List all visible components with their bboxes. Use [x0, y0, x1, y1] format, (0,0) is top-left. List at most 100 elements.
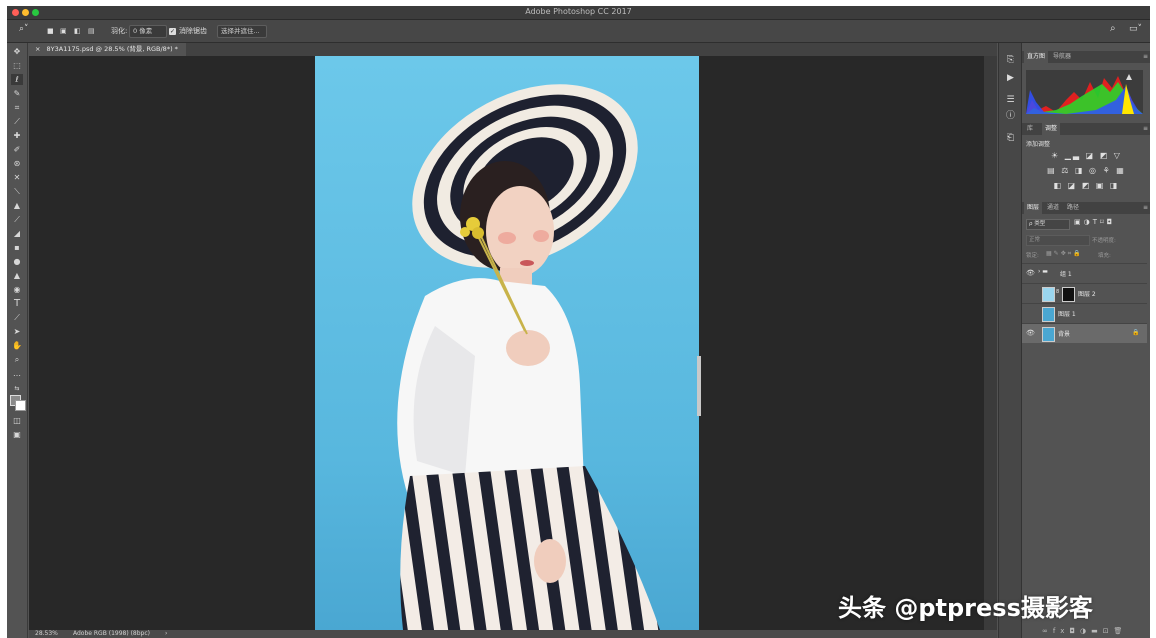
stamp-tool-icon[interactable]: ⊛ — [11, 158, 23, 169]
intersect-selection-icon[interactable]: ▤ — [88, 26, 95, 36]
screen-mode-icon[interactable]: ▣ — [11, 429, 23, 440]
tab-adjustments[interactable]: 调整 — [1042, 123, 1061, 135]
title-bar: Adobe Photoshop CC 2017 — [7, 6, 1150, 20]
tab-histogram[interactable]: 直方图 — [1024, 51, 1049, 63]
layer-row-photo-1[interactable]: 图层 1 — [1022, 303, 1147, 323]
subtract-selection-icon[interactable]: ◧ — [74, 26, 81, 36]
direct-select-icon[interactable]: ➤ — [11, 326, 23, 337]
tab-paths[interactable]: 路径 — [1064, 202, 1082, 214]
options-bar: ⌕˅ ■ ▣ ◧ ▤ 羽化: 0 像素 ✓ 消除锯齿 选择并遮住... ⌕ ▭˅ — [7, 20, 1150, 43]
antialias-checkbox[interactable]: ✓ 消除锯齿 — [169, 26, 207, 36]
tab-libraries[interactable]: 库 — [1024, 123, 1036, 135]
lasso-icon[interactable]: ⌕˅ — [19, 24, 29, 34]
brush-tool-icon[interactable]: ✐ — [11, 144, 23, 155]
search-icon[interactable]: ⌕ — [1110, 24, 1116, 34]
adjustments-tabs: 库 调整 ≡ — [1022, 123, 1150, 135]
healing-tool-icon[interactable]: ✚ — [11, 130, 23, 141]
background-color-swatch[interactable] — [15, 400, 26, 411]
document-tabs: × 8Y3A1175.psd @ 28.5% (背景, RGB/8*) * — [29, 43, 997, 56]
marquee-tool-icon[interactable]: ⬚ — [11, 60, 23, 71]
adjustments-title: 添加调整 — [1026, 141, 1051, 148]
layers-tabs: 图层 通道 路径 ≡ — [1022, 202, 1150, 214]
feather-input[interactable]: 0 像素 — [129, 25, 167, 38]
document-tab[interactable]: × 8Y3A1175.psd @ 28.5% (背景, RGB/8*) * — [29, 43, 186, 56]
pen-tool-icon[interactable]: ▪ — [11, 242, 23, 253]
layer-thumbnail — [1042, 327, 1055, 342]
swap-colors-icon[interactable]: ⇆ — [11, 383, 23, 394]
sharpen-tool-icon[interactable]: ▲ — [11, 270, 23, 281]
lasso-tool-icon[interactable]: ℓ — [11, 74, 23, 85]
canvas-edge-artifact — [697, 356, 701, 416]
glyphs-panel-icon[interactable]: ⎗ — [1005, 133, 1016, 144]
hand-tool-icon[interactable]: ✋ — [11, 340, 23, 351]
folder-icon: › ▬ — [1038, 268, 1048, 275]
tools-panel: ✥ ⬚ ℓ ✎ ⌗ ⟋ ✚ ✐ ⊛ ✕ ⟍ ▲ ⟋ ◢ ▪ ● ▲ ◉ T ⟋ … — [7, 43, 28, 638]
layer-row-group[interactable]: 👁 › ▬ 组 1 — [1022, 263, 1147, 283]
layer-row-mask[interactable]: 8 图层 2 — [1022, 283, 1147, 303]
eye-icon[interactable]: 👁 — [1026, 329, 1035, 337]
layer-row-background[interactable]: 👁 背景 🔒 — [1022, 323, 1147, 343]
status-bar: 28.53% Adobe RGB (1998) (8bpc) › — [29, 630, 997, 638]
checkmark-icon: ✓ — [169, 27, 176, 35]
actions-panel-icon[interactable]: ▶ — [1005, 73, 1016, 84]
dodge-tool-icon[interactable]: ◢ — [11, 228, 23, 239]
eyedropper-tool-icon[interactable]: ⟋ — [11, 116, 23, 127]
panel-menu-icon[interactable]: ≡ — [1140, 123, 1150, 135]
layer-filter-select[interactable]: ρ 类型 — [1026, 219, 1070, 230]
workspace-icon[interactable]: ▭˅ — [1129, 24, 1142, 34]
layer-name: 图层 1 — [1058, 311, 1076, 318]
panel-menu-icon[interactable]: ≡ — [1140, 202, 1150, 214]
zoom-tool-icon[interactable]: ⌕ — [11, 354, 23, 365]
opacity-label: 不透明度: — [1092, 238, 1116, 244]
drop-tool-icon[interactable]: ● — [11, 256, 23, 267]
select-and-mask-button[interactable]: 选择并遮住... — [217, 25, 267, 38]
type-tool-icon[interactable]: T — [11, 298, 23, 309]
antialias-label: 消除锯齿 — [179, 27, 207, 35]
adjustment-icons-row-1[interactable]: ☀ ▁▃ ◪ ◩ ▽ — [1022, 151, 1150, 160]
link-icon: 8 — [1056, 289, 1060, 295]
fill-label: 填充: — [1098, 253, 1111, 259]
tab-channels[interactable]: 通道 — [1044, 202, 1062, 214]
path-select-icon[interactable]: ⟋ — [11, 312, 23, 323]
blur-tool-icon[interactable]: ⟋ — [11, 214, 23, 225]
photo-canvas[interactable] — [315, 56, 699, 630]
add-selection-icon[interactable]: ▣ — [60, 26, 67, 36]
properties-panel-icon[interactable]: ☰ — [1005, 95, 1016, 106]
tab-navigator[interactable]: 导航器 — [1050, 51, 1074, 63]
eraser-tool-icon[interactable]: ⟍ — [11, 186, 23, 197]
history-brush-icon[interactable]: ✕ — [11, 172, 23, 183]
layer-bottom-icons[interactable]: ∞fx◘◑▬⊡🗑 — [1042, 627, 1127, 635]
canvas-area[interactable] — [29, 56, 984, 630]
more-tools-icon[interactable]: … — [11, 368, 23, 379]
lock-icons[interactable]: ▦✎✥⌗🔒 — [1046, 250, 1083, 258]
move-tool-icon[interactable]: ✥ — [11, 46, 23, 57]
lock-icon: 🔒 — [1132, 329, 1140, 336]
histogram-tabs: 直方图 导航器 ≡ — [1022, 51, 1150, 63]
lock-label: 锁定: — [1026, 253, 1039, 259]
status-menu-arrow[interactable]: › — [165, 630, 167, 638]
blend-mode-select[interactable]: 正常 — [1026, 235, 1090, 246]
adjustment-icons-row-2[interactable]: ▤ ⚖ ◨ ◎ ⚘ ▦ — [1022, 166, 1150, 175]
panel-menu-icon[interactable]: ≡ — [1140, 51, 1150, 63]
zoom-level[interactable]: 28.53% — [35, 630, 58, 638]
layer-name: 图层 2 — [1078, 291, 1096, 298]
eye-icon[interactable]: 👁 — [1026, 269, 1035, 277]
app-window: Adobe Photoshop CC 2017 ⌕˅ ■ ▣ ◧ ▤ 羽化: 0… — [7, 6, 1150, 638]
vertical-scrollbar[interactable] — [984, 56, 997, 630]
feather-label: 羽化: — [111, 27, 128, 35]
new-selection-icon[interactable]: ■ — [47, 26, 54, 36]
info-panel-icon[interactable]: ⓘ — [1005, 111, 1016, 122]
layer-filter-icons[interactable]: ▣◑T⌑◘ — [1074, 218, 1115, 226]
history-panel-icon[interactable]: ⎘ — [1005, 55, 1016, 66]
quick-mask-icon[interactable]: ◫ — [11, 415, 23, 426]
sponge-tool-icon[interactable]: ◉ — [11, 284, 23, 295]
layer-thumbnail — [1042, 307, 1055, 322]
gradient-tool-icon[interactable]: ▲ — [11, 200, 23, 211]
portrait-photo — [315, 56, 699, 630]
quick-select-tool-icon[interactable]: ✎ — [11, 88, 23, 99]
crop-tool-icon[interactable]: ⌗ — [11, 102, 23, 113]
close-tab-icon[interactable]: × — [35, 45, 40, 53]
adjustment-icons-row-3[interactable]: ◧ ◪ ◩ ▣ ◨ — [1022, 181, 1150, 190]
tab-layers[interactable]: 图层 — [1024, 202, 1043, 214]
watermark: 头条 @ptpress摄影客 — [838, 594, 1093, 622]
